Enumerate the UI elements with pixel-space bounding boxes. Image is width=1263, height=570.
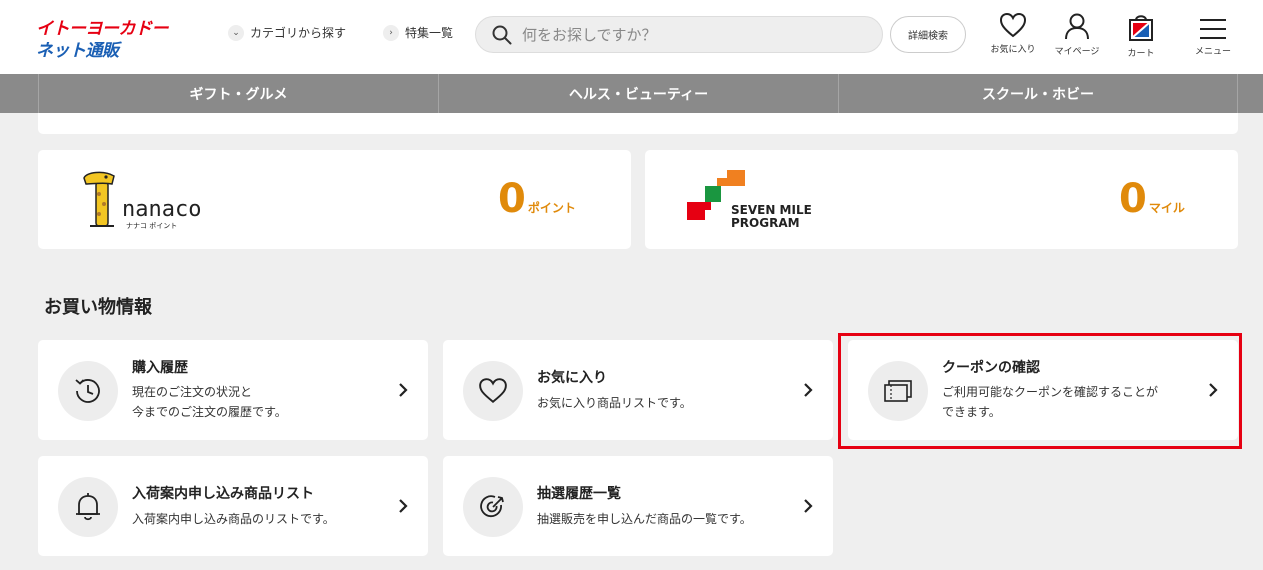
- user-icon: [1065, 13, 1089, 40]
- seven-mile-logo: SEVEN MILE PROGRAM: [687, 170, 812, 230]
- bell-icon: [58, 477, 118, 537]
- mypage-button[interactable]: マイページ: [1049, 12, 1105, 57]
- site-logo[interactable]: イトーヨーカドー ネット通販: [36, 14, 169, 61]
- target-icon: [463, 477, 523, 537]
- menu-label: メニュー: [1194, 47, 1231, 57]
- nanaco-points-card[interactable]: nanaco ナナコ ポイント 0 ポイント: [38, 150, 631, 249]
- seven-mile-number: 0: [1119, 176, 1147, 222]
- chevron-right-icon: [804, 383, 813, 397]
- favorites-label: お気に入り: [990, 45, 1036, 55]
- lottery-history-desc: 抽選販売を申し込んだ商品の一覧です。: [537, 512, 752, 526]
- chevron-right-icon: [399, 499, 408, 513]
- seven-mile-value: 0 マイル: [1119, 176, 1185, 222]
- lottery-history-title: 抽選履歴一覧: [537, 486, 621, 502]
- category-school-hobby[interactable]: スクール・ホビー: [838, 74, 1238, 113]
- cart-button[interactable]: カート: [1113, 12, 1169, 59]
- restock-notification-card[interactable]: 入荷案内申し込み商品リスト 入荷案内申し込み商品のリストです。: [38, 456, 428, 556]
- category-gift-gourmet[interactable]: ギフト・グルメ: [38, 74, 438, 113]
- chevron-down-icon: ⌄: [228, 24, 244, 41]
- cart-label: カート: [1127, 49, 1155, 59]
- feature-link[interactable]: › 特集一覧: [383, 24, 453, 41]
- heart-icon: [999, 12, 1027, 38]
- seven-mile-unit: マイル: [1148, 201, 1185, 215]
- heart-icon: [463, 361, 523, 421]
- nanaco-logo-text: nanaco: [122, 197, 201, 222]
- chevron-right-icon: [399, 383, 408, 397]
- history-clock-icon: [58, 361, 118, 421]
- lottery-history-card[interactable]: 抽選履歴一覧 抽選販売を申し込んだ商品の一覧です。: [443, 456, 833, 556]
- nanaco-logo: nanaco ナナコ ポイント: [83, 171, 201, 230]
- purchase-history-title: 購入履歴: [132, 360, 188, 376]
- hamburger-menu-icon: [1200, 19, 1226, 39]
- category-link[interactable]: ⌄ カテゴリから探す: [228, 24, 346, 41]
- category-bar: ギフト・グルメ ヘルス・ビューティー スクール・ホビー: [0, 74, 1263, 113]
- shopping-info-title: お買い物情報: [44, 297, 152, 318]
- nanaco-logo-subtext: ナナコ ポイント: [126, 222, 177, 230]
- nanaco-points-number: 0: [498, 176, 526, 222]
- seven-mile-program-card[interactable]: SEVEN MILE PROGRAM 0 マイル: [645, 150, 1238, 249]
- advanced-search-button[interactable]: 詳細検索: [890, 16, 966, 53]
- favorites-desc: お気に入り商品リストです。: [537, 396, 692, 410]
- seven-mile-logo-line1: SEVEN MILE: [731, 203, 812, 217]
- search-bar: [475, 16, 883, 53]
- chevron-right-icon: ›: [383, 24, 399, 41]
- coupon-highlight-frame: [838, 333, 1242, 449]
- favorites-button[interactable]: お気に入り: [985, 12, 1041, 55]
- purchase-history-desc2: 今までのご注文の履歴です。: [132, 405, 287, 419]
- category-link-label: カテゴリから探す: [250, 26, 347, 40]
- seven-mile-logo-line2: PROGRAM: [731, 216, 800, 230]
- restock-notification-desc: 入荷案内申し込み商品のリストです。: [132, 512, 335, 526]
- feature-link-label: 特集一覧: [405, 26, 454, 40]
- search-input[interactable]: [522, 25, 862, 44]
- site-header: イトーヨーカドー ネット通販 ⌄ カテゴリから探す › 特集一覧 詳細検索 お気…: [0, 0, 1263, 74]
- restock-notification-title: 入荷案内申し込み商品リスト: [132, 486, 314, 502]
- menu-button[interactable]: メニュー: [1185, 18, 1241, 57]
- search-icon: [492, 25, 512, 44]
- logo-line2: ネット通販: [36, 41, 119, 61]
- favorites-card[interactable]: お気に入り お気に入り商品リストです。: [443, 340, 833, 440]
- favorites-title: お気に入り: [537, 370, 607, 386]
- cart-bag-icon: [1129, 15, 1153, 41]
- mypage-label: マイページ: [1054, 47, 1100, 57]
- purchase-history-card[interactable]: 購入履歴 現在のご注文の状況と 今までのご注文の履歴です。: [38, 340, 428, 440]
- chevron-right-icon: [804, 499, 813, 513]
- nanaco-points-value: 0 ポイント: [498, 176, 576, 222]
- category-panel: [38, 113, 1238, 134]
- nanaco-points-unit: ポイント: [527, 201, 576, 215]
- purchase-history-desc1: 現在のご注文の状況と: [132, 385, 253, 399]
- category-health-beauty[interactable]: ヘルス・ビューティー: [438, 74, 838, 113]
